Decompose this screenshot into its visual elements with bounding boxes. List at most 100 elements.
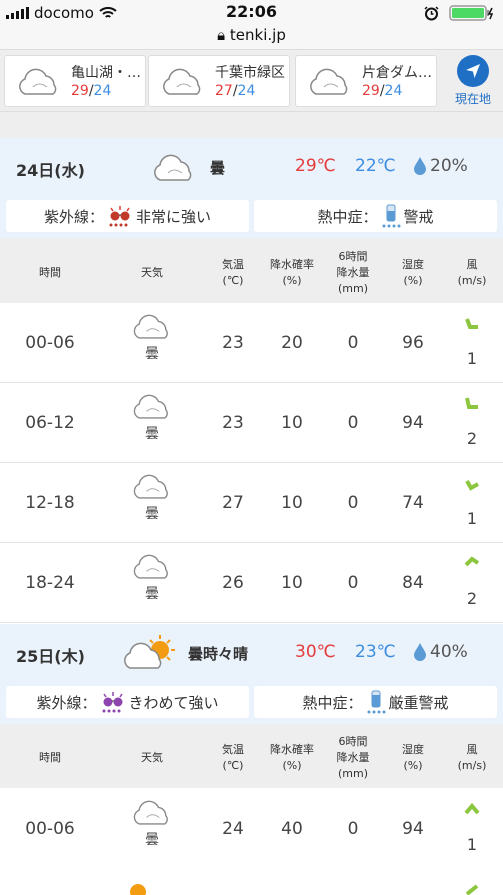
location-high: 29 xyxy=(362,83,380,99)
header-time: 時間 xyxy=(39,266,61,279)
row-humidity: 84 xyxy=(402,573,424,593)
location-card-2[interactable]: 千葉市緑区 27/24 xyxy=(148,55,290,107)
row-wind: 2 xyxy=(466,589,478,608)
cloud-icon xyxy=(163,68,201,95)
row-time: 18-24 xyxy=(25,573,75,593)
lock-icon: 🔒︎ xyxy=(217,26,226,44)
row-weather: 曇 xyxy=(145,586,159,602)
uv-label: 紫外線： xyxy=(43,207,104,226)
row-prob: 20 xyxy=(281,333,303,353)
table-header: 時間 天気 気温 (℃) 降水確率 (%) 6時間 降水量 (mm) 湿度 (%… xyxy=(0,728,503,788)
row-time: 12-18 xyxy=(25,493,75,513)
day-low: 23℃ xyxy=(355,642,396,662)
header-humidity: 湿度 (%) xyxy=(402,743,424,772)
table-header: 時間 天気 気温 (℃) 降水確率 (%) 6時間 降水量 (mm) 湿度 (%… xyxy=(0,243,503,303)
cloud-icon xyxy=(19,68,57,95)
row-prob: 10 xyxy=(281,573,303,593)
row-amount: 0 xyxy=(347,333,359,353)
navigation-arrow-icon xyxy=(457,55,489,87)
table-row: 00-06 曇 23 20 0 96 1 xyxy=(0,303,503,383)
header-wind: 風 (m/s) xyxy=(457,258,487,287)
location-high: 29 xyxy=(71,83,89,99)
day-weather: 曇時々晴 xyxy=(188,645,249,663)
address-url: tenki.jp xyxy=(229,26,286,44)
heat-value: 厳重警戒 xyxy=(388,693,449,712)
row-prob: 10 xyxy=(281,493,303,513)
next-row-partial xyxy=(0,868,503,895)
row-humidity: 96 xyxy=(402,333,424,353)
alarm-icon xyxy=(424,5,439,20)
cloud-sun-icon xyxy=(124,635,175,669)
row-time: 06-12 xyxy=(25,413,75,433)
row-temp: 26 xyxy=(222,573,244,593)
wind-arrow-icon xyxy=(465,318,478,329)
row-humidity: 94 xyxy=(402,819,424,839)
location-bar: 亀山湖・… 29/24 千葉市緑区 27/24 片倉ダム… 29/24 現在地 xyxy=(0,50,503,112)
header-time: 時間 xyxy=(39,751,61,764)
row-amount: 0 xyxy=(347,573,359,593)
row-time: 00-06 xyxy=(25,819,75,839)
row-wind: 1 xyxy=(466,835,478,854)
row-wind: 1 xyxy=(466,509,478,528)
address-bar[interactable]: 🔒︎ tenki.jp xyxy=(0,26,503,50)
cloud-icon xyxy=(154,154,192,181)
row-weather: 曇 xyxy=(145,506,159,522)
header-temp: 気温 (℃) xyxy=(222,258,244,287)
header-prob: 降水確率 (%) xyxy=(270,743,314,772)
table-row: 18-24 曇 26 10 0 84 2 xyxy=(0,543,503,623)
table-row: 00-06 曇 24 40 0 94 1 xyxy=(0,789,503,869)
uv-label: 紫外線： xyxy=(36,693,97,712)
header-temp: 気温 (℃) xyxy=(222,743,244,772)
uv-sunglasses-icon xyxy=(109,206,130,227)
row-temp: 24 xyxy=(222,819,244,839)
status-bar: docomo 22:06 xyxy=(0,0,503,26)
uv-box: 紫外線： 非常に強い xyxy=(6,200,249,232)
day-precip: 20% xyxy=(430,156,468,176)
location-card-3[interactable]: 片倉ダム… 29/24 xyxy=(295,55,437,107)
cloud-icon xyxy=(133,394,168,419)
uv-value: 非常に強い xyxy=(136,207,212,226)
cloud-icon xyxy=(133,314,168,339)
row-prob: 10 xyxy=(281,413,303,433)
wind-arrow-icon xyxy=(464,802,480,815)
row-amount: 0 xyxy=(347,819,359,839)
table-row: 06-12 曇 23 10 0 94 2 xyxy=(0,383,503,463)
day-high: 30℃ xyxy=(295,642,336,662)
header-humidity: 湿度 (%) xyxy=(402,258,424,287)
wind-arrow-icon xyxy=(464,556,480,567)
uv-sunglasses-icon xyxy=(102,692,123,713)
header-weather: 天気 xyxy=(141,751,163,764)
day-precip: 40% xyxy=(430,642,468,662)
table-row: 12-18 曇 27 10 0 74 1 xyxy=(0,463,503,543)
location-high: 27 xyxy=(215,83,233,99)
header-wind: 風 (m/s) xyxy=(457,743,487,772)
location-low: 24 xyxy=(93,83,112,99)
header-amount: 6時間 降水量 (mm) xyxy=(336,250,370,295)
row-humidity: 74 xyxy=(402,493,424,513)
location-card-1[interactable]: 亀山湖・… 29/24 xyxy=(4,55,146,107)
battery-icon xyxy=(449,5,494,21)
info-bar: 紫外線： 非常に強い 熱中症： 警戒 xyxy=(0,196,503,238)
thermometer-icon xyxy=(382,204,400,228)
day-high: 29℃ xyxy=(295,156,336,176)
wind-arrow-icon xyxy=(465,397,478,409)
row-amount: 0 xyxy=(347,493,359,513)
header-prob: 降水確率 (%) xyxy=(270,258,314,287)
day-date: 25日(木) xyxy=(16,647,85,666)
heat-label: 熱中症： xyxy=(302,693,363,712)
day-header: 24日(水) 曇 29℃ 22℃ 20% xyxy=(0,138,503,196)
location-name: 亀山湖・… xyxy=(71,65,141,81)
row-humidity: 94 xyxy=(402,413,424,433)
current-location-button[interactable]: 現在地 xyxy=(452,55,494,107)
uv-value: きわめて強い xyxy=(128,693,219,712)
location-name: 千葉市緑区 xyxy=(215,65,285,81)
row-wind: 2 xyxy=(466,429,478,448)
day-low: 22℃ xyxy=(355,156,396,176)
cloud-icon xyxy=(310,68,348,95)
raindrop-icon xyxy=(414,643,426,661)
day-weather: 曇 xyxy=(210,159,226,177)
row-weather: 曇 xyxy=(145,832,159,848)
row-temp: 27 xyxy=(222,493,244,513)
cloud-icon xyxy=(133,554,168,579)
heat-label: 熱中症： xyxy=(317,207,378,226)
